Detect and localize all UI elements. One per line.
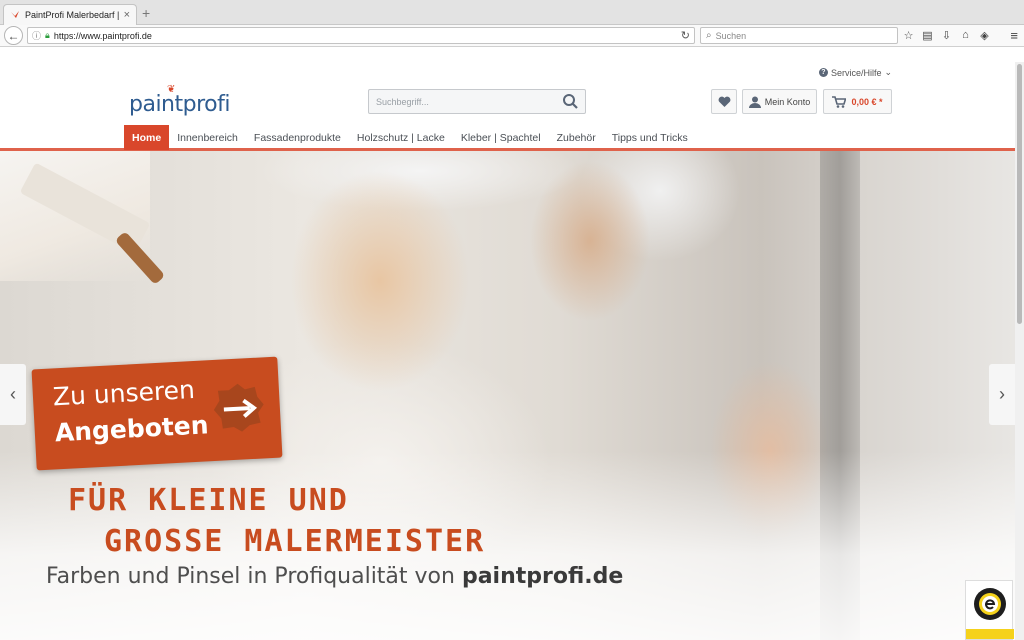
service-menu[interactable]: ? Service/Hilfe ⌄ [818,67,892,78]
trusted-shops-badge[interactable] [965,580,1014,640]
cart-price: 0,00 € * [851,96,883,107]
arrow-icon [213,383,264,432]
offers-cta-button[interactable]: Zu unseren Angeboten [31,356,283,471]
heart-icon [718,96,730,107]
scrollbar-thumb[interactable] [1017,64,1022,324]
reload-icon[interactable]: ↻ [681,29,690,42]
pocket-icon[interactable]: ◈ [978,28,991,42]
home-icon[interactable]: ⌂ [959,28,972,42]
browser-tab[interactable]: PaintProfi Malerbedarf | PaintP × [3,4,137,25]
paintprofi-favicon [11,11,19,18]
tab-title: PaintProfi Malerbedarf | PaintP [25,10,120,20]
new-tab-button[interactable]: + [142,5,150,21]
chevron-down-icon: ⌄ [884,67,892,77]
account-button[interactable]: Mein Konto [742,89,817,114]
subline-text: Farben und Pinsel in Profiqualität von [46,564,462,589]
cart-icon [832,95,847,108]
tab-close-icon[interactable]: × [124,9,130,21]
cart-button[interactable]: 0,00 € * [823,89,892,114]
browser-nav-bar: ← ⓘ 🔒︎ https://www.paintprofi.de ↻ ⌕ Suc… [0,25,1024,47]
nav-item-zubehoer[interactable]: Zubehör [549,125,604,150]
clipboard-icon[interactable]: ▤ [921,28,934,42]
page-scrollbar[interactable] [1015,62,1024,640]
nav-item-fassadenprodukte[interactable]: Fassadenprodukte [246,125,349,150]
info-icon[interactable]: ⓘ [32,29,41,42]
subline-brand: paintprofi.de [461,564,624,589]
help-icon: ? [818,68,828,77]
search-input[interactable]: Suchbegriff... [368,89,586,114]
hero-subline: Farben und Pinsel in Profiqualität von p… [46,564,623,589]
site-logo[interactable]: paintprofi ❦ [129,84,231,117]
back-icon[interactable]: ← [4,26,23,45]
browser-search-input[interactable]: ⌕ Suchen [700,27,898,44]
cta-line-1: Zu unseren [52,375,196,412]
service-label: Service/Hilfe [830,67,882,78]
wishlist-button[interactable] [711,89,737,114]
toolbar-icons: ☆ ▤ ⇩ ⌂ ◈ [902,28,991,42]
logo-profi: profi [182,92,231,117]
headline-line-1: FÜR KLEINE UND [68,483,349,518]
nav-item-holzschutz-lacke[interactable]: Holzschutz | Lacke [349,125,453,150]
trusted-shops-seal [974,588,1006,620]
hero-banner[interactable]: ‹ › Zu unseren Angeboten FÜR KLEINE UND … [0,151,1015,640]
nav-item-kleber-spachtel[interactable]: Kleber | Spachtel [453,125,549,150]
search-icon: ⌕ [706,30,712,41]
main-nav: Home Innenbereich Fassadenprodukte Holzs… [124,125,696,150]
slider-prev-button[interactable]: ‹ [0,364,26,425]
browser-tab-bar: PaintProfi Malerbedarf | PaintP × + [0,0,1024,25]
nav-item-innenbereich[interactable]: Innenbereich [169,125,246,150]
star-icon[interactable]: ☆ [902,28,915,42]
cta-line-2: Angeboten [54,410,210,448]
account-label: Mein Konto [764,96,811,107]
slider-next-button[interactable]: › [989,364,1015,425]
logo-brush-icon: ❦ [167,84,175,95]
nav-item-tipps-und-tricks[interactable]: Tipps und Tricks [604,125,696,150]
download-icon[interactable]: ⇩ [940,28,953,42]
user-icon [748,96,761,108]
lock-icon[interactable]: 🔒︎ [45,30,50,41]
url-bar[interactable]: ⓘ 🔒︎ https://www.paintprofi.de ↻ [27,27,695,44]
url-text[interactable]: https://www.paintprofi.de [54,31,681,41]
menu-icon[interactable]: ≡ [1010,28,1018,43]
search-icon[interactable] [562,93,579,110]
trusted-shops-bar [966,629,1014,639]
search-placeholder: Suchbegriff... [376,96,429,107]
headline-line-2: GROSSE MALERMEISTER [104,524,486,559]
site-header: ? Service/Hilfe ⌄ paintprofi ❦ Suchbegri… [0,62,1024,152]
nav-item-home[interactable]: Home [124,125,170,150]
browser-search-placeholder: Suchen [715,30,747,41]
logo-paint: paint [129,92,183,117]
